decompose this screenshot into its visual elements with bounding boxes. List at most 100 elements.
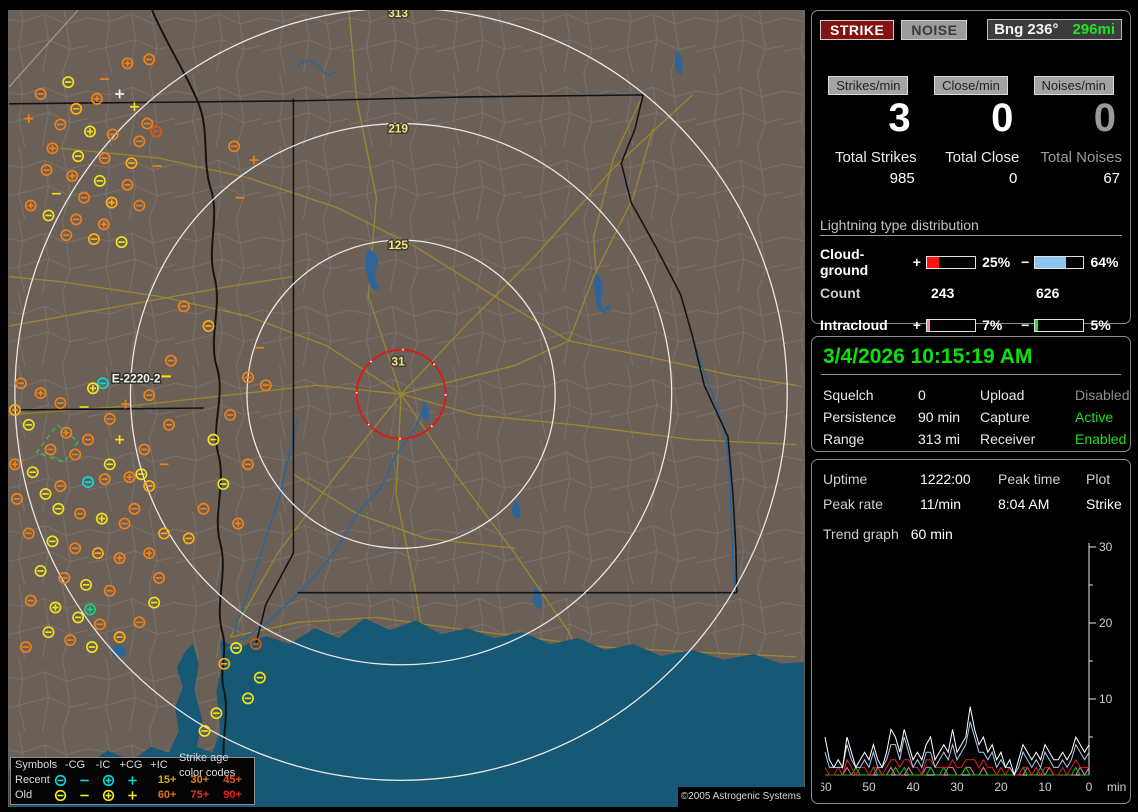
trend-chart: 1020306050403020100min [821, 533, 1127, 800]
minus-sign: − [1019, 254, 1031, 270]
noises-per-min-chip[interactable]: Noises/min [1034, 76, 1114, 95]
trend-panel: Uptime 1222:00 Peak time Plot Peak rate … [811, 459, 1131, 804]
trend-chart-canvas: 1020306050403020100min [821, 533, 1127, 795]
rate-counters: Strikes/min 3 Total Strikes 985 Close/mi… [820, 76, 1122, 187]
age-30: 30+ [189, 773, 222, 788]
persistence-value: 90 min [918, 409, 980, 425]
total-strikes-value: 985 [890, 170, 917, 187]
map-canvas: 313 219 125 31 E-2220-2 [8, 10, 805, 807]
y-tick-label: 30 [1099, 540, 1113, 554]
noises-counter-column: Noises/min 0 Total Noises 67 [1025, 76, 1122, 187]
total-noises-label: Total Noises [1040, 149, 1122, 166]
squelch-label: Squelch [823, 387, 918, 403]
peak-time-value: 8:04 AM [998, 496, 1086, 512]
y-tick-label: 20 [1099, 616, 1113, 630]
ring-label-313: 313 [388, 10, 408, 20]
ring-label-125: 125 [388, 238, 408, 252]
status-grid: Squelch 0 Upload Disabled Persistence 90… [821, 387, 1121, 447]
close-per-min-value: 0 [991, 95, 1019, 141]
legend-col-ic-pos: +IC [145, 758, 173, 773]
legend-col-ic-neg: -IC [89, 758, 117, 773]
plot-value: Strike [1086, 496, 1122, 512]
minus-sign: − [1019, 317, 1031, 333]
upload-label: Upload [980, 387, 1075, 403]
persistence-label: Persistence [823, 409, 918, 425]
close-per-min-chip[interactable]: Close/min [934, 76, 1008, 95]
x-unit-label: min [1107, 780, 1126, 794]
bearing-readout: Bng 236° 296mi [987, 19, 1122, 40]
distribution-title: Lightning type distribution [820, 217, 1122, 236]
cg-neg-bar [1034, 256, 1084, 269]
strikes-per-min-value: 3 [888, 95, 916, 141]
mode-button-row: STRIKE NOISE Bng 236° 296mi [820, 19, 1122, 40]
total-noises-value: 67 [1103, 170, 1122, 187]
legend-old-label: Old [11, 788, 54, 803]
uptime-label: Uptime [823, 471, 920, 487]
capture-status: Active [1075, 409, 1129, 425]
age-45: 45+ [221, 773, 254, 788]
strikes-per-min-chip[interactable]: Strikes/min [828, 76, 908, 95]
plus-sign: + [911, 317, 923, 333]
peak-rate-label: Peak rate [823, 496, 920, 512]
noises-per-min-value: 0 [1094, 95, 1122, 141]
trend-series-ic_neg [825, 767, 1089, 775]
copyright-notice: ©2005 Astrogenic Systems [678, 787, 805, 807]
trend-series-ic_pos [825, 767, 1089, 775]
cg-neg-recent-icon [54, 774, 78, 787]
x-tick-label: 50 [862, 780, 876, 794]
cloud-ground-label: Cloud-ground [820, 246, 911, 278]
ic-pos-percent: 7% [979, 317, 1019, 333]
cg-pos-old-icon [102, 789, 126, 802]
cg-neg-percent: 64% [1087, 254, 1122, 270]
legend-col-cg-neg: -CG [61, 758, 89, 773]
app-window: 313 219 125 31 E-2220-2 Symbols -CG -IC +CG… [0, 0, 1138, 812]
x-tick-label: 10 [1038, 780, 1052, 794]
cg-pos-count: 243 [931, 285, 1036, 301]
peak-rate-value: 11/min [920, 496, 998, 512]
total-strikes-label: Total Strikes [835, 149, 917, 166]
range-label: Range [823, 431, 918, 447]
age-15: 15+ [156, 773, 189, 788]
cloud-ground-count-row: Count 243 626 [820, 285, 1122, 301]
ic-neg-recent-icon [78, 774, 102, 787]
noise-mode-button[interactable]: NOISE [901, 20, 967, 40]
cloud-ground-row: Cloud-ground + 25% − 64% [820, 246, 1122, 278]
ring-label-219: 219 [388, 121, 408, 135]
intracloud-row: Intracloud + 7% − 5% [820, 317, 1122, 333]
age-60: 60+ [156, 788, 189, 803]
x-tick-label: 20 [994, 780, 1008, 794]
close-counter-column: Close/min 0 Total Close 0 [923, 76, 1020, 187]
capture-label: Capture [980, 409, 1075, 425]
side-panel: STRIKE NOISE Bng 236° 296mi Strikes/min … [811, 0, 1133, 812]
lightning-map[interactable]: 313 219 125 31 E-2220-2 Symbols -CG -IC +CG… [8, 10, 805, 807]
datetime-display: 3/4/2026 10:15:19 AM [821, 343, 1121, 375]
trend-series-cg_pos [825, 760, 1089, 775]
age-90: 90+ [221, 788, 254, 803]
peak-time-label: Peak time [998, 471, 1086, 487]
counters-panel: STRIKE NOISE Bng 236° 296mi Strikes/min … [811, 10, 1131, 324]
uptime-grid: Uptime 1222:00 Peak time Plot Peak rate … [821, 468, 1121, 512]
ic-pos-bar [926, 319, 976, 332]
legend-header-row: Symbols -CG -IC +CG +IC Strike age color… [11, 758, 254, 773]
strike-mode-button[interactable]: STRIKE [820, 20, 894, 40]
storm-cell-id-text: E-2220-2 [112, 371, 161, 385]
plot-label: Plot [1086, 471, 1122, 487]
receiver-label: Receiver [980, 431, 1075, 447]
ic-neg-percent: 5% [1087, 317, 1122, 333]
range-value: 313 mi [918, 431, 980, 447]
legend-recent-row: Recent 15+ 30+ 45+ [11, 773, 254, 788]
ic-pos-recent-icon [126, 774, 150, 787]
age-75: 75+ [189, 788, 222, 803]
legend-old-row: Old 60+ 75+ 90+ [11, 788, 254, 803]
x-tick-label: 0 [1086, 780, 1093, 794]
ic-neg-old-icon [78, 789, 102, 802]
storm-cell-label: E-2220-2 [112, 371, 161, 385]
x-tick-label: 60 [821, 780, 832, 794]
ring-label-31: 31 [392, 355, 406, 369]
trend-series-total [825, 707, 1089, 775]
cg-pos-bar [926, 256, 976, 269]
y-tick-label: 10 [1099, 692, 1113, 706]
receiver-status: Enabled [1075, 431, 1129, 447]
total-close-value: 0 [1009, 170, 1019, 187]
strikes-counter-column: Strikes/min 3 Total Strikes 985 [820, 76, 917, 187]
